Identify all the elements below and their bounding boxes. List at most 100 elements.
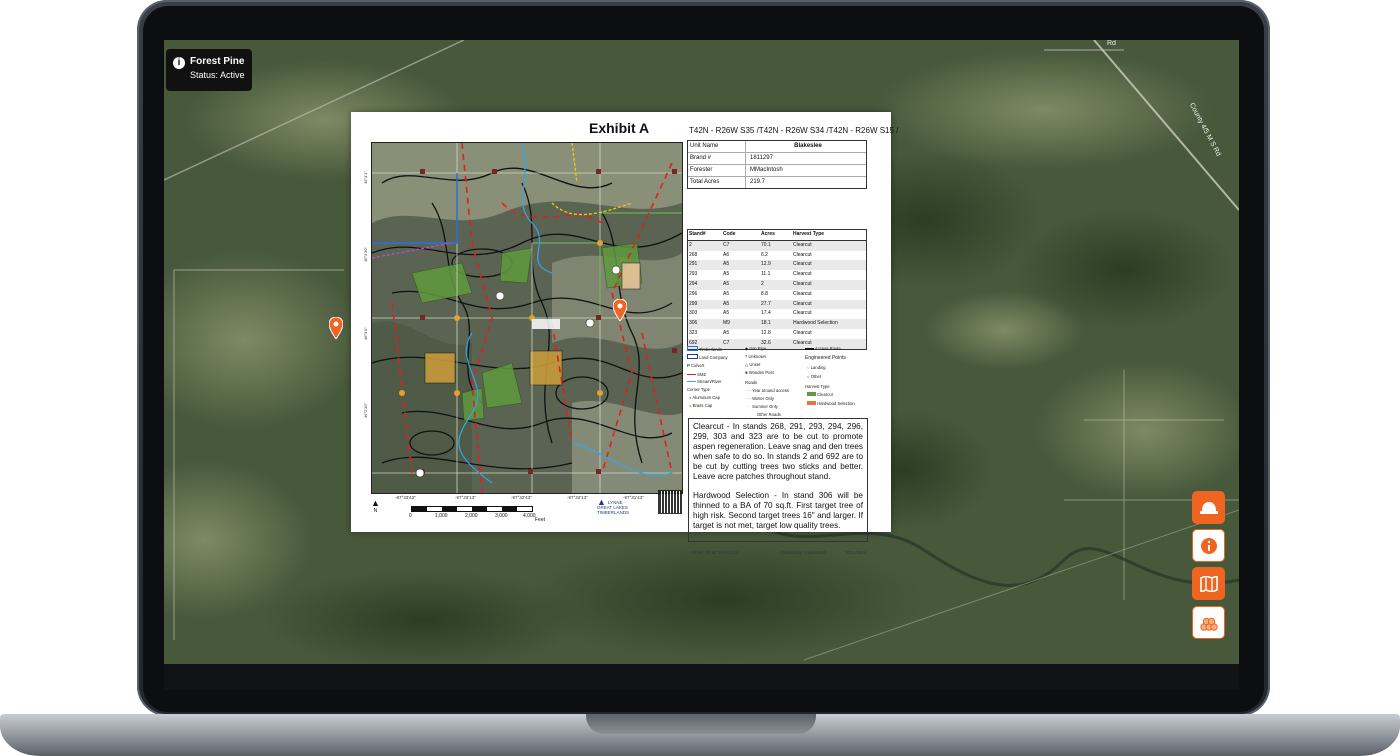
table-row: 299 A5 27.7 Clearcut bbox=[688, 299, 866, 310]
table-row: Unit Name Blakeslee bbox=[688, 141, 866, 153]
site-name: Forest Pine bbox=[190, 56, 245, 67]
scale-unit: Feet bbox=[535, 517, 546, 523]
unit-summary-table: Unit Name Blakeslee Brand # 1811297 Fore… bbox=[687, 140, 867, 189]
table-cell: Hardwood Selection bbox=[793, 320, 838, 327]
legend-roads: Roads bbox=[745, 380, 758, 385]
table-cell: 306 bbox=[689, 320, 698, 327]
table-cell: Clearcut bbox=[793, 300, 812, 307]
table-cell: 2 bbox=[761, 280, 764, 287]
summary-label: Forester bbox=[688, 165, 746, 176]
legend-corner-type: Corner Type bbox=[687, 387, 710, 392]
table-cell: 27.7 bbox=[761, 300, 771, 307]
exhibit-document[interactable]: Exhibit A T42N - R26W S35 /T42N - R26W S… bbox=[351, 112, 898, 555]
scale-number: 4,000 bbox=[523, 513, 536, 519]
north-arrow-icon: ▲ bbox=[371, 498, 380, 508]
summary-label: Brand # bbox=[688, 153, 746, 164]
table-cell: 299 bbox=[689, 300, 698, 307]
summary-value: MMacIntosh bbox=[750, 167, 783, 173]
table-cell: 11.1 bbox=[761, 271, 771, 278]
table-cell: 18.1 bbox=[761, 320, 771, 327]
laptop-notch bbox=[586, 714, 816, 734]
table-row: 291 A5 12.9 Clearcut bbox=[688, 260, 866, 271]
legend-access-route: Access Route bbox=[805, 346, 841, 351]
table-row: 323 A5 12.8 Clearcut bbox=[688, 329, 866, 339]
legend-unset: △ Unset bbox=[745, 362, 761, 367]
north-label: N bbox=[373, 508, 378, 514]
note-hardwood-selection: Hardwood Selection - In stand 306 will b… bbox=[693, 491, 863, 530]
table-cell: M9 bbox=[723, 320, 730, 327]
scale-number: 0 bbox=[409, 513, 412, 519]
table-cell: Clearcut bbox=[793, 241, 812, 248]
info-circle-icon: i bbox=[173, 57, 185, 69]
table-cell: 70.1 bbox=[761, 241, 771, 248]
lat-label: 46°4'1" bbox=[363, 171, 368, 184]
legend-year-around: - - Year around access bbox=[747, 388, 789, 393]
column-header: Code bbox=[723, 231, 736, 237]
legend-land-company: Land Company bbox=[687, 354, 728, 360]
qr-code bbox=[658, 490, 682, 514]
exhibit-map bbox=[371, 142, 683, 494]
column-header: Harvest Type bbox=[793, 231, 825, 237]
map-legend: Timberlands Land Company P Culvert SMZ S… bbox=[687, 346, 867, 417]
north-arrow: ▲ N bbox=[371, 498, 380, 514]
footer-date: 10/21/2024 bbox=[845, 550, 866, 555]
table-row: 268 A6 6.2 Clearcut bbox=[688, 251, 866, 261]
legend-clearcut: Clearcut bbox=[807, 392, 833, 397]
note-clearcut: Clearcut - In stands 268, 291, 293, 294,… bbox=[693, 422, 863, 481]
legend-landing: ◐ Landing bbox=[807, 365, 826, 370]
map-icon bbox=[1199, 575, 1218, 592]
table-row: 306 M9 18.1 Hardwood Selection bbox=[688, 319, 866, 329]
summary-label: Unit Name bbox=[688, 141, 746, 152]
table-cell: A5 bbox=[723, 310, 730, 317]
lat-label: 46°2'30" bbox=[363, 403, 368, 418]
table-cell: 296 bbox=[689, 290, 698, 297]
legend-engineered-points: Engineered Points bbox=[805, 355, 846, 361]
table-cell: 323 bbox=[689, 329, 698, 336]
map-pin-icon[interactable] bbox=[329, 317, 343, 339]
table-cell: Clearcut bbox=[793, 329, 812, 336]
legend-unknown: ? Unknown bbox=[745, 354, 766, 359]
scale-number: 3,000 bbox=[495, 513, 508, 519]
laptop-chin bbox=[164, 664, 1239, 690]
table-cell: 293 bbox=[689, 271, 698, 278]
hardhat-icon bbox=[1199, 501, 1218, 514]
table-cell: Clearcut bbox=[793, 310, 812, 317]
stand-map-drawing bbox=[372, 143, 682, 493]
logs-button[interactable] bbox=[1192, 606, 1225, 639]
legend-culvert: P Culvert bbox=[687, 363, 705, 368]
table-cell: A5 bbox=[723, 290, 730, 297]
info-icon bbox=[1200, 537, 1217, 554]
map-pin-icon[interactable] bbox=[613, 299, 627, 321]
table-cell: 12.8 bbox=[761, 329, 771, 336]
lon-label: -87°32'13" bbox=[567, 495, 588, 500]
app-screen: County 4/5 M S Rd Rd i Forest Pine Statu… bbox=[164, 40, 1239, 664]
legend-smz: SMZ bbox=[687, 372, 706, 377]
site-info-badge[interactable]: i Forest Pine Status: Active bbox=[166, 49, 252, 91]
table-cell: Clearcut bbox=[793, 251, 812, 258]
summary-value: Blakeslee bbox=[794, 143, 822, 149]
table-row: Brand # 1811297 bbox=[688, 153, 866, 165]
table-cell: 6.2 bbox=[761, 251, 768, 258]
legend-other: ○ Other bbox=[807, 374, 822, 379]
exhibit-trs: T42N - R26W S35 /T42N - R26W S34 /T42N -… bbox=[689, 126, 899, 135]
lat-label: 46°3'0" bbox=[363, 327, 368, 340]
hardhat-button[interactable] bbox=[1192, 491, 1225, 524]
map-button[interactable] bbox=[1192, 567, 1225, 600]
legend-other-roads: Other Roads bbox=[757, 412, 781, 417]
table-cell: A5 bbox=[723, 280, 730, 287]
table-row: Forester MMacIntosh bbox=[688, 165, 866, 177]
table-cell: A6 bbox=[723, 251, 730, 258]
table-row: 293 A5 11.1 Clearcut bbox=[688, 270, 866, 280]
footer-center: Center: 87.54°W 46.01°N bbox=[691, 550, 739, 555]
table-row: 2 C7 70.1 Clearcut bbox=[688, 240, 866, 251]
legend-stream: Stream/River bbox=[687, 379, 722, 384]
lat-label: 46°3'30" bbox=[363, 247, 368, 262]
info-button[interactable] bbox=[1192, 529, 1225, 562]
lon-label: -87°33'13" bbox=[455, 495, 476, 500]
legend-summer-only: - - Summer Only bbox=[747, 404, 778, 409]
table-cell: C7 bbox=[723, 241, 730, 248]
column-header: Acres bbox=[761, 231, 775, 237]
summary-value: 219.7 bbox=[750, 179, 766, 185]
table-cell: A5 bbox=[723, 300, 730, 307]
stands-table: Stand# Code Acres Harvest Type 2 C7 70.1 Cl… bbox=[687, 229, 867, 350]
